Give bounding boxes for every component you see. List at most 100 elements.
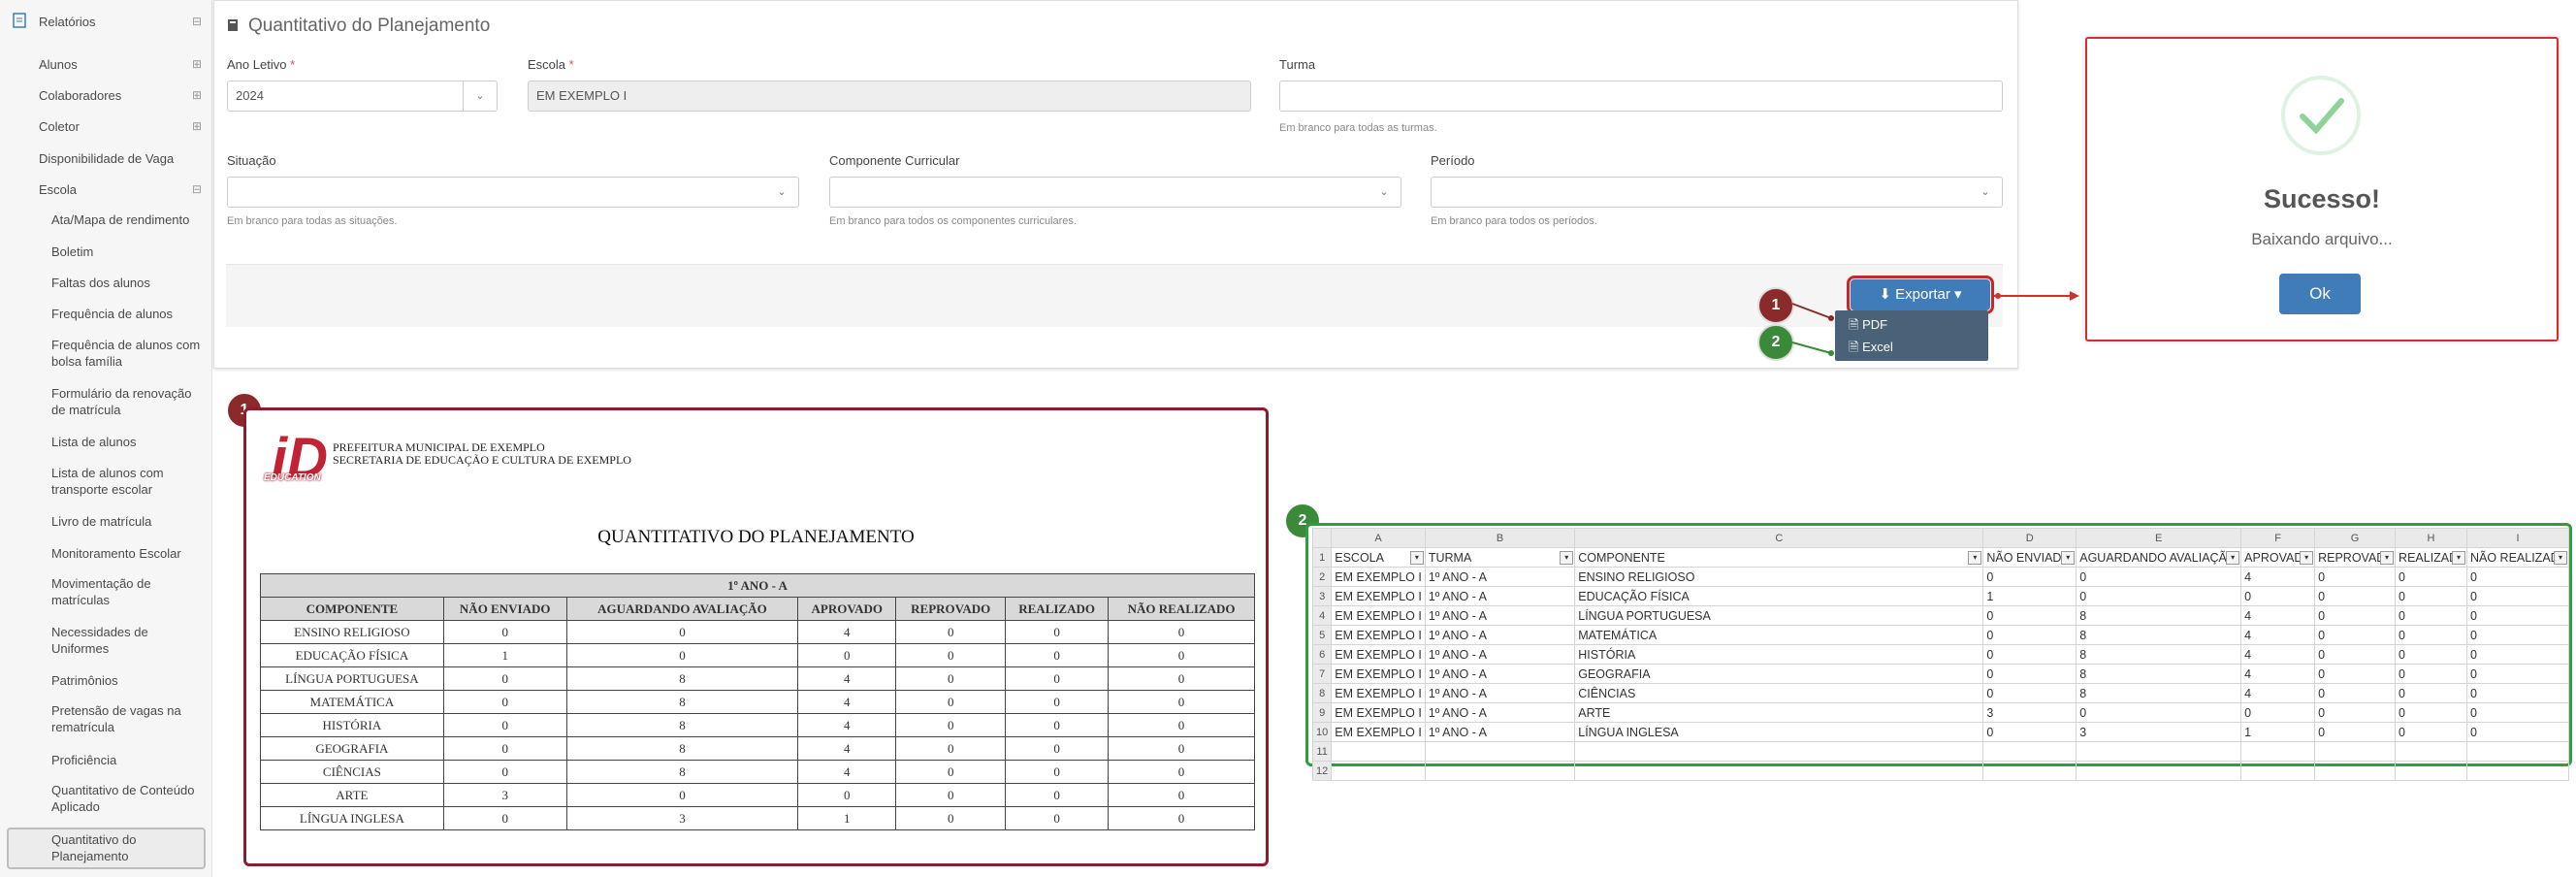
pdf-cell: 0	[1108, 760, 1255, 784]
sidebar-item-coletor[interactable]: Coletor	[39, 118, 80, 135]
menu-item-pdf[interactable]: 🗎 PDF	[1849, 316, 1887, 338]
excel-cell: GEOGRAFIA	[1574, 664, 1984, 684]
sidebar-item-pretensao[interactable]: Pretensão de vagas na rematrícula	[51, 702, 205, 735]
sidebar-item-planejamento[interactable]: Quantitativo do Planejamento	[51, 831, 205, 864]
sidebar-item-livro[interactable]: Livro de matrícula	[51, 513, 205, 530]
excel-cell: 0	[2314, 722, 2397, 742]
sidebar-item-disponibilidade[interactable]: Disponibilidade de Vaga	[39, 150, 174, 167]
pdf-table-row: CIÊNCIAS 0 8 4 0 0 0	[260, 760, 1255, 784]
excel-cell: 1	[1982, 586, 2077, 606]
excel-cell: EM EXEMPLO I	[1331, 644, 1426, 665]
sidebar-item-colaboradores[interactable]: Colaboradores	[39, 87, 121, 104]
sidebar-item-formulario[interactable]: Formulário da renovação de matrícula	[51, 385, 205, 418]
sidebar-item-alunos[interactable]: Alunos	[39, 56, 78, 73]
sidebar-item-frequencia-bolsa[interactable]: Frequência de alunos com bolsa família	[51, 337, 205, 370]
menu-item-excel[interactable]: 🗎 Excel	[1849, 339, 1893, 360]
sidebar-item-lista-transporte[interactable]: Lista de alunos com transporte escolar	[51, 465, 205, 498]
sidebar-item-boletim[interactable]: Boletim	[51, 244, 205, 260]
sidebar-item-ata[interactable]: Ata/Mapa de rendimento	[51, 211, 205, 228]
excel-cell: 0	[2314, 702, 2397, 723]
expand-icon[interactable]: ⊞	[192, 88, 202, 102]
expand-icon[interactable]: ⊞	[192, 57, 202, 71]
excel-data-row: 6 EM EXEMPLO I 1º ANO - A HISTÓRIA 0 8 4 0 0 0	[1311, 644, 2569, 665]
situacao-select[interactable]: ⌄	[227, 177, 799, 208]
sidebar-item-proficiencia[interactable]: Proficiência	[51, 752, 205, 768]
filter-dropdown-icon[interactable]: ▾	[1968, 551, 1982, 565]
filter-dropdown-icon[interactable]: ▾	[2061, 551, 2076, 565]
pdf-column-header: AGUARDANDO AVALIAÇÃO	[565, 597, 799, 621]
excel-cell	[1331, 741, 1426, 762]
filter-dropdown-icon[interactable]: ▾	[1409, 551, 1424, 565]
excel-cell	[1574, 761, 1984, 781]
pdf-column-header: COMPONENTE	[260, 597, 444, 621]
excel-cell: 0	[2240, 586, 2316, 606]
excel-cell: 0	[1982, 605, 2077, 626]
excel-cell: 0	[2314, 586, 2397, 606]
collapse-icon[interactable]: ⊟	[192, 15, 202, 28]
pdf-cell: 0	[1108, 666, 1255, 691]
excel-cell: EM EXEMPLO I	[1331, 664, 1426, 684]
pdf-table-row: EDUCAÇÃO FÍSICA 1 0 0 0 0 0	[260, 643, 1255, 667]
excel-row-number: 7	[1311, 664, 1333, 684]
pdf-cell: 0	[1005, 736, 1110, 761]
sidebar-item-frequencia[interactable]: Frequência de alunos	[51, 306, 205, 322]
excel-cell: 0	[2466, 702, 2569, 723]
ano-letivo-select[interactable]: 2024 ⌄	[227, 81, 498, 112]
periodo-label: Período	[1431, 153, 1475, 168]
excel-cell	[2395, 741, 2467, 762]
pdf-cell: 8	[565, 690, 799, 714]
periodo-select[interactable]: ⌄	[1431, 177, 2003, 208]
excel-cell	[1982, 761, 2077, 781]
pdf-cell: LÍNGUA INGLESA	[260, 806, 444, 830]
filter-dropdown-icon[interactable]: ▾	[2452, 551, 2465, 565]
pdf-cell: 0	[1108, 620, 1255, 644]
sidebar-item-conteudo[interactable]: Quantitativo de Conteúdo Aplicado	[51, 782, 205, 815]
excel-cell: 1º ANO - A	[1424, 664, 1576, 684]
excel-cell: 0	[2466, 644, 2569, 665]
excel-cell: EM EXEMPLO I	[1331, 605, 1426, 626]
pdf-cell: 0	[1108, 643, 1255, 667]
filter-dropdown-icon[interactable]: ▾	[2554, 551, 2567, 565]
excel-preview: A B C D E F G H I 1 ESCOLA ▾ TURMA ▾ COMPONENTE ▾ NÃO EN…	[1305, 523, 2572, 781]
sidebar-item-escola[interactable]: Escola	[39, 181, 77, 198]
excel-cell	[1331, 761, 1426, 781]
filter-dropdown-icon[interactable]: ▾	[1560, 551, 1574, 565]
turma-field[interactable]	[1279, 81, 2003, 112]
excel-cell: 0	[2076, 567, 2242, 587]
excel-column-letter: C	[1574, 528, 1984, 548]
excel-cell: 0	[2076, 702, 2242, 723]
excel-header-cell: COMPONENTE ▾	[1574, 547, 1984, 568]
componente-select[interactable]: ⌄	[829, 177, 1401, 208]
sidebar-item-movimentacao[interactable]: Movimentação de matrículas	[51, 575, 205, 608]
excel-cell: 0	[2395, 664, 2467, 684]
export-button[interactable]: ⬇ Exportar ▾	[1847, 276, 1994, 314]
excel-cell: 0	[1982, 625, 2077, 645]
pdf-cell: 0	[895, 666, 1007, 691]
filter-dropdown-icon[interactable]: ▾	[2300, 551, 2314, 565]
ok-button[interactable]: Ok	[2279, 274, 2361, 314]
sidebar-item-relatorios[interactable]: Relatórios	[39, 14, 96, 30]
filter-dropdown-icon[interactable]: ▾	[2380, 551, 2395, 565]
expand-icon[interactable]: ⊞	[192, 119, 202, 133]
pdf-cell: 4	[797, 760, 897, 784]
filter-dropdown-icon[interactable]: ▾	[2226, 551, 2240, 565]
sidebar-item-monitoramento[interactable]: Monitoramento Escolar	[51, 545, 205, 562]
excel-cell: 0	[2314, 664, 2397, 684]
excel-column-letter: F	[2240, 528, 2316, 548]
pdf-cell: 0	[442, 806, 567, 830]
callout-badge-pdf: 1	[1757, 287, 1794, 324]
sidebar-item-faltas[interactable]: Faltas dos alunos	[51, 275, 205, 291]
excel-cell	[2076, 741, 2242, 762]
escola-field[interactable]: EM EXEMPLO I	[528, 81, 1251, 112]
excel-cell: 0	[2466, 567, 2569, 587]
sidebar-item-patrimonios[interactable]: Patrimônios	[51, 672, 205, 689]
pdf-cell: 0	[442, 666, 567, 691]
collapse-icon[interactable]: ⊟	[192, 182, 202, 196]
sidebar-item-lista-alunos[interactable]: Lista de alunos	[51, 434, 205, 450]
excel-cell: 8	[2076, 605, 2242, 626]
pdf-column-header: NÃO ENVIADO	[442, 597, 567, 621]
pdf-cell: LÍNGUA PORTUGUESA	[260, 666, 444, 691]
pdf-cell: 0	[895, 760, 1007, 784]
sidebar-item-uniformes[interactable]: Necessidades de Uniformes	[51, 624, 205, 657]
pdf-cell: 0	[442, 620, 567, 644]
